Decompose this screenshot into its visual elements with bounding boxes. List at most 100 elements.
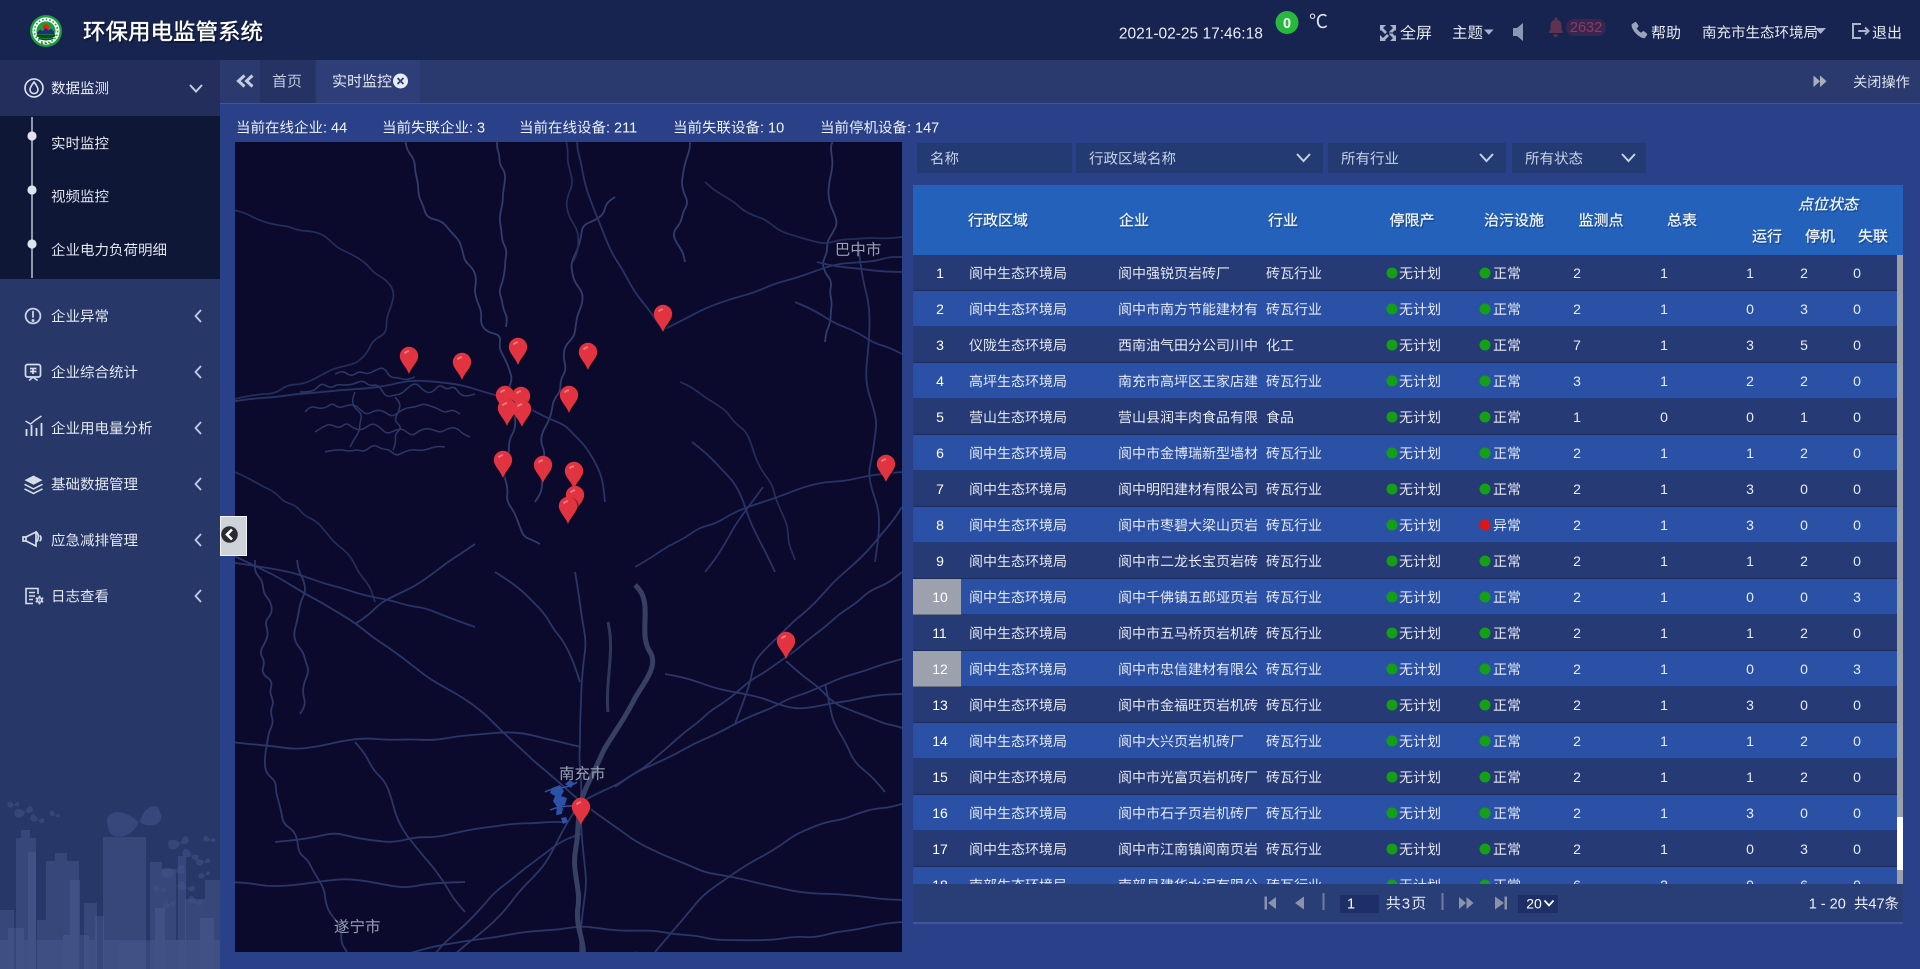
- svg-text:2: 2: [1573, 733, 1581, 749]
- svg-text:2: 2: [1573, 265, 1581, 281]
- svg-text:1: 1: [1660, 661, 1668, 677]
- svg-text:1: 1: [1746, 769, 1754, 785]
- svg-text:2: 2: [1573, 805, 1581, 821]
- svg-text:1: 1: [1660, 805, 1668, 821]
- svg-text:0: 0: [1283, 16, 1291, 32]
- svg-text:16: 16: [932, 805, 948, 821]
- svg-text:0: 0: [1746, 589, 1754, 605]
- svg-text:1: 1: [936, 265, 944, 281]
- svg-text:1: 1: [1660, 373, 1668, 389]
- svg-text:3: 3: [1853, 661, 1861, 677]
- svg-text:: 3: : 3: [469, 121, 485, 137]
- svg-text:13: 13: [932, 697, 948, 713]
- svg-text:6: 6: [1573, 877, 1581, 893]
- svg-text:2: 2: [1573, 517, 1581, 533]
- svg-text:2: 2: [1800, 733, 1808, 749]
- svg-text:17: 17: [932, 841, 948, 857]
- svg-text:1: 1: [1660, 301, 1668, 317]
- svg-text:0: 0: [1800, 589, 1808, 605]
- svg-text:8: 8: [936, 517, 944, 533]
- svg-text:3: 3: [1746, 337, 1754, 353]
- svg-text:0: 0: [1853, 265, 1861, 281]
- svg-text:3: 3: [1746, 805, 1754, 821]
- svg-text:7: 7: [936, 481, 944, 497]
- svg-text:1: 1: [1746, 625, 1754, 641]
- svg-text:2: 2: [936, 301, 944, 317]
- svg-text:12: 12: [932, 661, 948, 677]
- svg-text:20: 20: [1526, 896, 1542, 912]
- svg-text:2: 2: [1800, 265, 1808, 281]
- svg-text:1: 1: [1746, 265, 1754, 281]
- svg-text:0: 0: [1853, 769, 1861, 785]
- svg-text:0: 0: [1746, 301, 1754, 317]
- svg-text:: 147: : 147: [907, 121, 939, 137]
- svg-text:3: 3: [936, 337, 944, 353]
- svg-text:0: 0: [1746, 409, 1754, 425]
- svg-text:0: 0: [1853, 337, 1861, 353]
- svg-text:0: 0: [1746, 877, 1754, 893]
- svg-text:1: 1: [1660, 589, 1668, 605]
- svg-text:2: 2: [1800, 769, 1808, 785]
- svg-text:1: 1: [1660, 733, 1668, 749]
- svg-text:5: 5: [1800, 337, 1808, 353]
- svg-text:5: 5: [936, 409, 944, 425]
- svg-text:1: 1: [1660, 481, 1668, 497]
- svg-text:9: 9: [936, 553, 944, 569]
- svg-text:3: 3: [1746, 517, 1754, 533]
- svg-text:2: 2: [1573, 769, 1581, 785]
- svg-text:0: 0: [1660, 409, 1668, 425]
- svg-text:47: 47: [1868, 897, 1884, 913]
- svg-text:0: 0: [1853, 733, 1861, 749]
- svg-text:0: 0: [1746, 661, 1754, 677]
- svg-text:1: 1: [1660, 769, 1668, 785]
- svg-text:0: 0: [1800, 517, 1808, 533]
- svg-text:2: 2: [1800, 445, 1808, 461]
- svg-text:1: 1: [1746, 445, 1754, 461]
- svg-text:2: 2: [1573, 553, 1581, 569]
- svg-text:3: 3: [1573, 373, 1581, 389]
- svg-text:0: 0: [1853, 481, 1861, 497]
- svg-text:1: 1: [1660, 337, 1668, 353]
- svg-text:2: 2: [1800, 553, 1808, 569]
- svg-text:3: 3: [1402, 896, 1411, 913]
- svg-text:3: 3: [1800, 841, 1808, 857]
- svg-text:0: 0: [1853, 877, 1861, 893]
- svg-text:0: 0: [1800, 661, 1808, 677]
- svg-text:0: 0: [1853, 697, 1861, 713]
- svg-text:2: 2: [1800, 373, 1808, 389]
- svg-text:: 211: : 211: [606, 121, 637, 137]
- svg-text:0: 0: [1853, 841, 1861, 857]
- svg-text:0: 0: [1853, 409, 1861, 425]
- svg-text:1: 1: [1800, 409, 1808, 425]
- svg-text:: 10: : 10: [760, 121, 784, 137]
- svg-text:2: 2: [1573, 481, 1581, 497]
- svg-text:2: 2: [1573, 661, 1581, 677]
- svg-text:10: 10: [932, 589, 948, 605]
- svg-text:1: 1: [1660, 265, 1668, 281]
- svg-text:2: 2: [1573, 301, 1581, 317]
- svg-text:0: 0: [1853, 517, 1861, 533]
- svg-text:2: 2: [1573, 625, 1581, 641]
- svg-text:15: 15: [932, 769, 948, 785]
- svg-text:2: 2: [1573, 445, 1581, 461]
- svg-text:2: 2: [1573, 841, 1581, 857]
- svg-text:0: 0: [1853, 805, 1861, 821]
- svg-text:3: 3: [1746, 481, 1754, 497]
- svg-text:6: 6: [1800, 877, 1808, 893]
- svg-text:2: 2: [1800, 625, 1808, 641]
- svg-text:1: 1: [1660, 625, 1668, 641]
- svg-text:6: 6: [936, 445, 944, 461]
- svg-text:2: 2: [1573, 697, 1581, 713]
- svg-text:18: 18: [932, 877, 948, 893]
- svg-text:1: 1: [1660, 841, 1668, 857]
- svg-text:2: 2: [1746, 373, 1754, 389]
- svg-text:1: 1: [1660, 517, 1668, 533]
- svg-text:7: 7: [1573, 337, 1581, 353]
- svg-text:0: 0: [1853, 445, 1861, 461]
- svg-text:3: 3: [1746, 697, 1754, 713]
- svg-text:2632: 2632: [1570, 20, 1602, 36]
- svg-text:0: 0: [1746, 841, 1754, 857]
- svg-text:0: 0: [1853, 625, 1861, 641]
- svg-text:1: 1: [1660, 553, 1668, 569]
- svg-text:1: 1: [1573, 409, 1581, 425]
